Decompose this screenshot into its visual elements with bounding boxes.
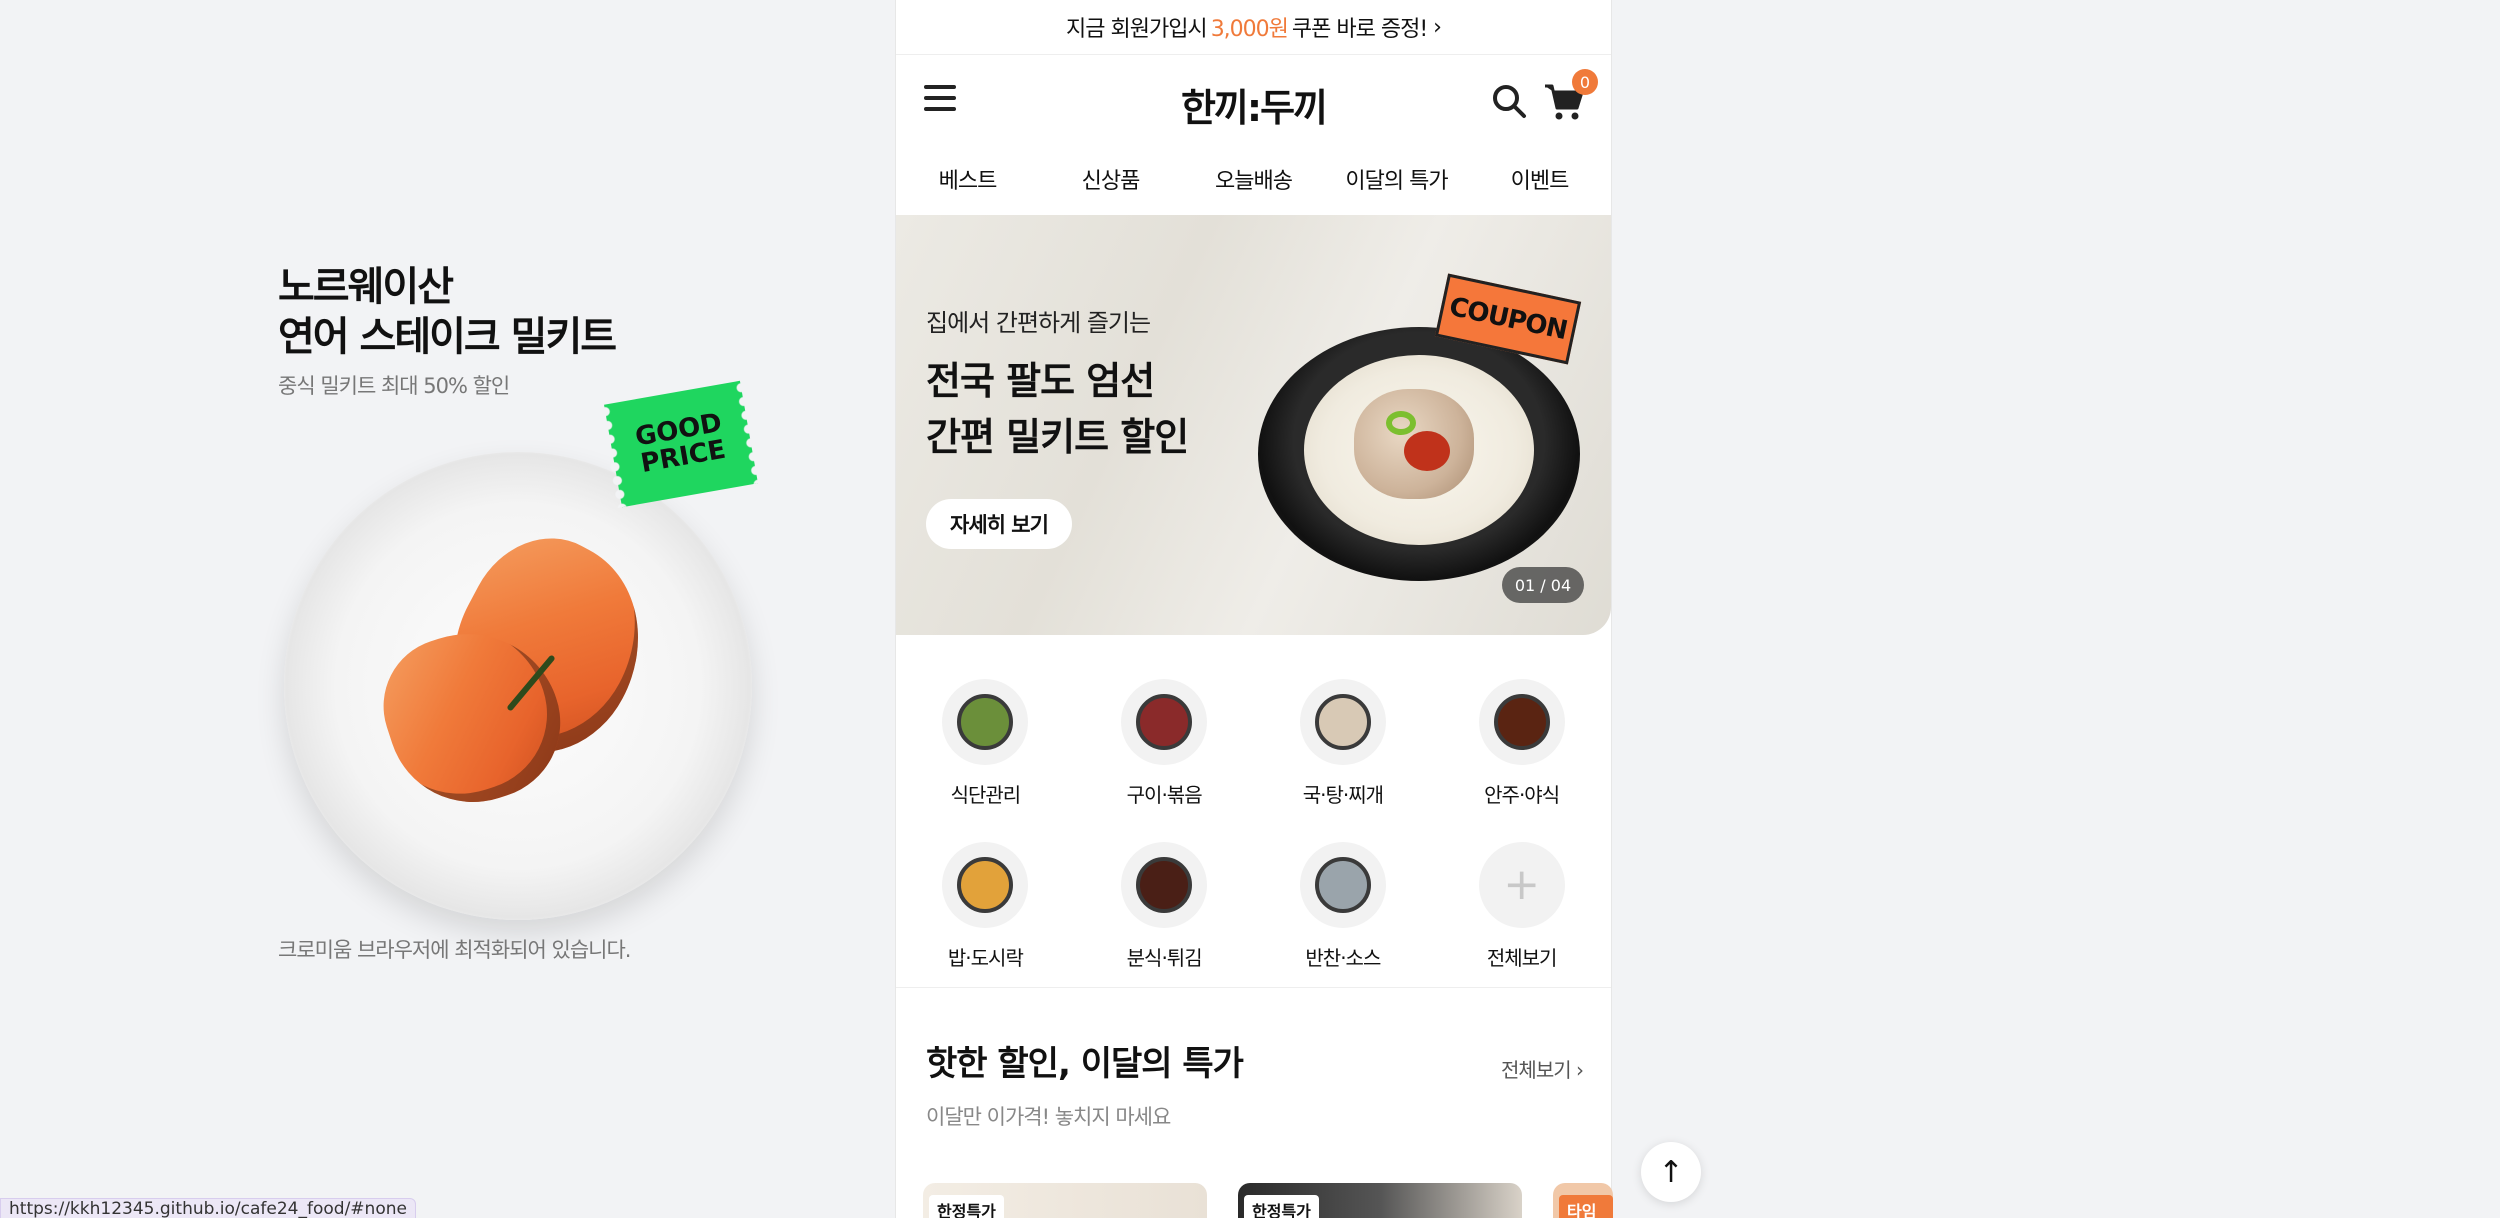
product-card[interactable]: 타임딜 — [1553, 1183, 1613, 1218]
soup-pot-image — [1258, 327, 1580, 581]
hero-banner[interactable]: 집에서 간편하게 즐기는 전국 팔도 엄선 간편 밀키트 할인 자세히 보기 C… — [896, 215, 1611, 635]
nav-today-delivery[interactable]: 오늘배송 — [1182, 163, 1325, 195]
chevron-right-icon: › — [1433, 14, 1442, 40]
signup-banner-amount: 3,000원 — [1210, 17, 1289, 42]
sidedish-icon — [1314, 857, 1371, 913]
promo-title-line2: 연어 스테이크 밀키트 — [278, 314, 617, 360]
good-price-text: GOOD PRICE — [633, 407, 729, 480]
main-nav: 베스트 신상품 오늘배송 이달의 특가 이벤트 — [896, 143, 1611, 215]
category-label: 분식·튀김 — [1126, 946, 1203, 970]
soup-icon — [1314, 694, 1371, 750]
monthly-special-section: 핫한 할인, 이달의 특가 이달만 이가격! 놓치지 마세요 전체보기 › — [896, 988, 1611, 1131]
rice-icon — [957, 857, 1014, 913]
signup-banner[interactable]: 지금 회원가입시 3,000원 쿠폰 바로 증정! › — [896, 0, 1611, 55]
category-all[interactable]: + 전체보기 — [1432, 842, 1611, 971]
product-card[interactable]: 한정특가 — [1238, 1183, 1522, 1218]
ribs-icon — [1493, 694, 1550, 750]
see-all-link[interactable]: 전체보기 › — [1501, 1054, 1584, 1083]
nav-monthly-special[interactable]: 이달의 특가 — [1325, 163, 1468, 195]
category-label: 안주·야식 — [1484, 783, 1560, 807]
salmon-plate-image — [278, 432, 768, 922]
section-subtitle: 이달만 이가격! 놓치지 마세요 — [926, 1105, 1171, 1129]
scroll-top-button[interactable]: ↑ — [1641, 1142, 1701, 1202]
promo-panel: 노르웨이산 연어 스테이크 밀키트 중식 밀키트 최대 50% 할인 — [278, 262, 778, 920]
category-label: 전체보기 — [1486, 946, 1558, 970]
cart-count-badge: 0 — [1572, 69, 1598, 95]
card-tag: 타임딜 — [1559, 1195, 1613, 1218]
category-label: 구이·볶음 — [1126, 783, 1203, 807]
hero-detail-button[interactable]: 자세히 보기 — [926, 499, 1072, 549]
category-snack[interactable]: 안주·야식 — [1432, 679, 1611, 808]
meat-icon — [1136, 694, 1193, 750]
promo-title-line1: 노르웨이산 — [278, 264, 454, 310]
category-label: 식단관리 — [950, 783, 1022, 807]
nav-best[interactable]: 베스트 — [896, 163, 1039, 195]
slide-pager: 01 / 04 — [1502, 567, 1584, 603]
category-soup[interactable]: 국·탕·찌개 — [1254, 679, 1433, 808]
category-diet[interactable]: 식단관리 — [896, 679, 1075, 808]
card-tag: 한정특가 — [1244, 1195, 1319, 1218]
search-icon[interactable] — [1491, 83, 1527, 119]
category-grill[interactable]: 구이·볶음 — [1075, 679, 1254, 808]
arrow-up-icon: ↑ — [1658, 1154, 1684, 1190]
category-fried[interactable]: 분식·튀김 — [1075, 842, 1254, 971]
category-label: 국·탕·찌개 — [1302, 783, 1384, 807]
promo-title: 노르웨이산 연어 스테이크 밀키트 — [278, 262, 778, 362]
mobile-page: 지금 회원가입시 3,000원 쿠폰 바로 증정! › 한끼:두끼 0 베스트 … — [895, 0, 1612, 1218]
plus-icon: + — [1503, 859, 1541, 910]
section-title: 핫한 할인, 이달의 특가 — [926, 1044, 1244, 1084]
category-grid: 식단관리 구이·볶음 국·탕·찌개 안주·야식 밥·도시락 분식·튀김 반찬·소… — [896, 635, 1611, 988]
signup-banner-suffix: 쿠폰 바로 증정! — [1291, 17, 1428, 42]
nav-new[interactable]: 신상품 — [1039, 163, 1182, 195]
product-card[interactable]: 한정특가 — [923, 1183, 1207, 1218]
signup-banner-prefix: 지금 회원가입시 — [1066, 17, 1208, 42]
site-header: 한끼:두끼 0 — [896, 55, 1611, 143]
nav-event[interactable]: 이벤트 — [1468, 163, 1611, 195]
fried-icon — [1136, 857, 1193, 913]
category-label: 반찬·소스 — [1305, 946, 1381, 970]
hero-title-line2: 간편 밀키트 할인 — [926, 415, 1189, 459]
see-all-label: 전체보기 — [1501, 1058, 1572, 1082]
browser-note: 크로미움 브라우저에 최적화되어 있습니다. — [278, 938, 631, 962]
category-label: 밥·도시락 — [947, 946, 1024, 970]
status-url: https://kkh12345.github.io/cafe24_food/#… — [0, 1198, 416, 1218]
product-card-row: 한정특가 한정특가 타임딜 — [923, 1183, 1613, 1218]
chevron-right-icon: › — [1576, 1058, 1584, 1082]
hero-title: 전국 팔도 엄선 간편 밀키트 할인 — [926, 353, 1189, 465]
salad-icon — [957, 694, 1014, 750]
hero-subtitle: 집에서 간편하게 즐기는 — [926, 309, 1151, 337]
category-sidedish[interactable]: 반찬·소스 — [1254, 842, 1433, 971]
hero-title-line1: 전국 팔도 엄선 — [926, 359, 1155, 403]
category-rice[interactable]: 밥·도시락 — [896, 842, 1075, 971]
card-tag: 한정특가 — [929, 1195, 1004, 1218]
